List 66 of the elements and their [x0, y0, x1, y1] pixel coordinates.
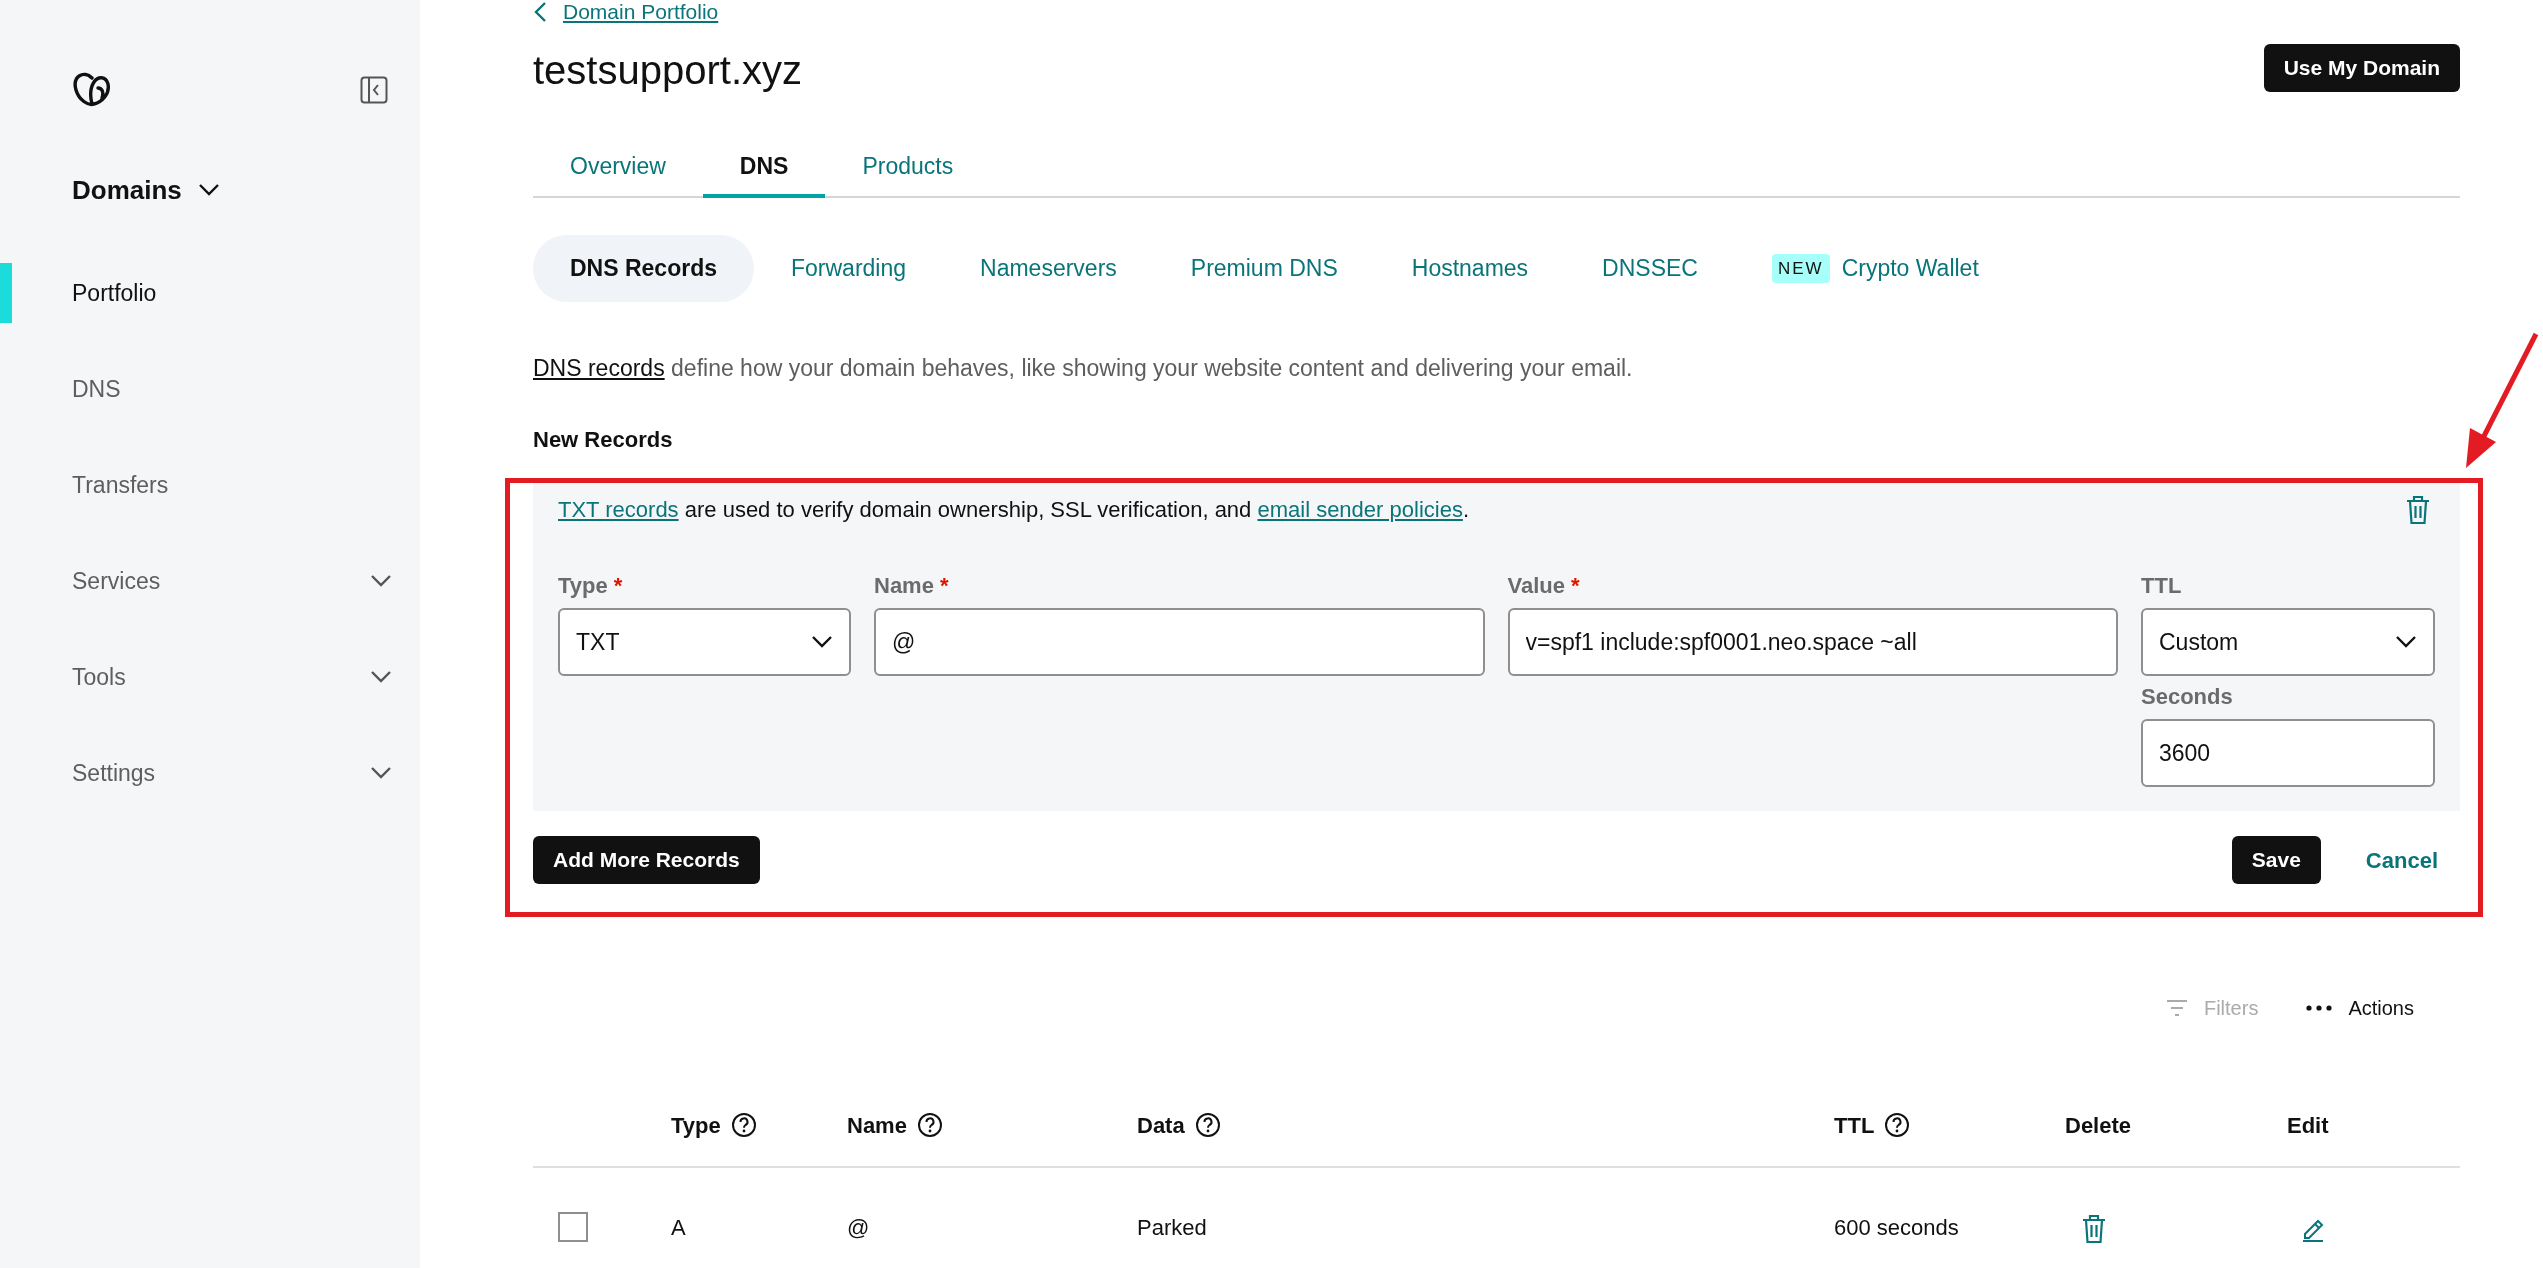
dropdown-field[interactable]: Custom — [2141, 608, 2435, 676]
sidebar-item[interactable]: Settings — [0, 725, 420, 821]
text-link[interactable]: email sender policies — [1257, 497, 1463, 522]
actions-button[interactable]: Actions — [2306, 993, 2414, 1023]
sub-tab[interactable]: DNSSEC — [1565, 235, 1735, 302]
dropdown-field[interactable]: TXT — [558, 608, 851, 676]
column-header: Type — [671, 1111, 721, 1140]
tab[interactable]: Overview — [533, 138, 703, 198]
column-header: Delete — [2065, 1111, 2132, 1140]
row-checkbox[interactable] — [558, 1212, 588, 1242]
column-header: Data — [1137, 1111, 1185, 1140]
description-text: DNS records define how your domain behaves, like showing your website content and delivering your email. — [533, 354, 1634, 383]
collapse-sidebar-icon[interactable] — [360, 76, 388, 104]
new-badge: NEW — [1771, 253, 1830, 284]
table-cell: A — [671, 1214, 686, 1240]
add-records-button[interactable]: Add More Records — [533, 836, 760, 884]
field-label: Name * — [874, 573, 950, 599]
input-field[interactable]: @ — [874, 608, 1485, 676]
trash-icon[interactable] — [2405, 495, 2431, 525]
breadcrumb-link[interactable]: Domain Portfolio — [563, 0, 719, 24]
back-icon[interactable] — [533, 1, 547, 23]
field-label: Type * — [558, 573, 624, 599]
chevron-icon — [2395, 635, 2417, 649]
chevron-icon — [811, 635, 833, 649]
trash-icon[interactable] — [2081, 1213, 2107, 1244]
sidebar-item[interactable]: DNS — [0, 341, 420, 437]
field-label: Value * — [1507, 573, 1581, 599]
info-text: TXT records are used to verify domain ownership, SSL verification, and email sender policies. — [558, 496, 1469, 524]
page-title: testsupport.xyz — [533, 47, 802, 94]
table-cell: @ — [847, 1214, 870, 1240]
table-cell: Parked — [1137, 1214, 1207, 1240]
input-field[interactable]: v=spf1 include:spf0001.neo.space ~all — [1507, 608, 2118, 676]
sidebar-item[interactable]: Services — [0, 533, 420, 629]
text-link[interactable]: DNS records — [533, 355, 665, 381]
save-button[interactable]: Save — [2231, 836, 2321, 884]
text-link[interactable]: TXT records — [558, 497, 679, 522]
sidebar-section[interactable]: Domains — [0, 160, 220, 220]
sub-tab[interactable]: Forwarding — [754, 235, 944, 302]
sidebar-item[interactable]: Transfers — [0, 437, 420, 533]
column-header: Name — [847, 1111, 907, 1140]
column-header: TTL — [1834, 1111, 1875, 1140]
table-cell: 600 seconds — [1834, 1214, 1959, 1240]
use-domain-button[interactable]: Use My Domain — [2263, 44, 2460, 92]
tab[interactable]: Products — [825, 138, 991, 198]
logo-icon[interactable] — [72, 72, 112, 108]
help-icon[interactable] — [730, 1112, 757, 1138]
field-label: Seconds — [2141, 684, 2234, 710]
input-field[interactable]: 3600 — [2141, 719, 2435, 787]
cancel-button[interactable]: Cancel — [2320, 843, 2460, 877]
sub-tab[interactable]: Hostnames — [1374, 235, 1566, 302]
help-icon[interactable] — [1884, 1112, 1911, 1138]
sub-tab[interactable]: NEW Crypto Wallet — [1734, 235, 2016, 302]
sub-tab[interactable]: DNS Records — [533, 235, 754, 302]
sidebar-item[interactable]: Portfolio — [0, 245, 420, 341]
sub-tab[interactable]: Premium DNS — [1153, 235, 1375, 302]
sidebar-item[interactable]: Tools — [0, 629, 420, 725]
filter-icon — [2165, 999, 2188, 1017]
tab[interactable]: DNS — [702, 138, 826, 198]
active-indicator — [0, 263, 12, 323]
help-icon[interactable] — [1194, 1112, 1221, 1138]
sub-tab[interactable]: Nameservers — [943, 235, 1154, 302]
column-header: Edit — [2287, 1111, 2329, 1140]
more-icon — [2306, 1005, 2333, 1011]
field-label: TTL — [2141, 573, 2183, 599]
section-heading: New Records — [533, 426, 674, 454]
help-icon[interactable] — [916, 1112, 943, 1138]
